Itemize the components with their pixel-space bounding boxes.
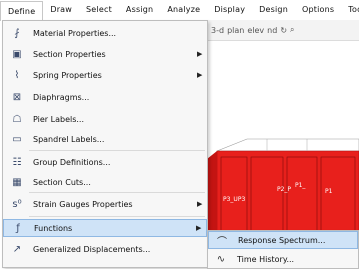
toolbar-nd-button[interactable]: nd	[267, 26, 277, 35]
functions-submenu: ⌒ Response Spectrum... ∿ Time History...	[207, 230, 359, 269]
group-icon: ☷	[12, 156, 22, 168]
toolbar-plan-button[interactable]: plan	[227, 26, 244, 35]
menu-item-group-definitions[interactable]: ☷ Group Definitions...	[3, 153, 207, 171]
section-cut-icon: ▦	[12, 176, 22, 188]
toolbar: 3-d plan elev nd ↻ ⌕	[207, 20, 359, 41]
define-menu: ⨏ Material Properties... ▣ Section Prope…	[2, 20, 208, 268]
menu-item-diaphragms[interactable]: ⊠ Diaphragms...	[3, 88, 207, 106]
pier-label-2: P2_P	[277, 186, 291, 193]
submenu-arrow-icon: ▶	[197, 200, 203, 208]
strain-gauge-icon: s⁰	[12, 198, 22, 210]
submenu-arrow-icon: ▶	[196, 224, 202, 232]
diaphragm-icon: ⊠	[12, 91, 22, 103]
menu-item-section-cuts[interactable]: ▦ Section Cuts...	[3, 173, 207, 191]
submenu-item-response-spectrum[interactable]: ⌒ Response Spectrum...	[208, 231, 358, 249]
spring-icon: ⌇	[14, 69, 20, 81]
menu-item-strain-gauges-properties[interactable]: s⁰ Strain Gauges Properties ▶	[3, 195, 207, 213]
displacement-icon: ↗	[12, 243, 22, 255]
material-icon: ⨏	[14, 27, 20, 39]
toolbar-zoom-icon[interactable]: ⌕	[290, 25, 294, 35]
submenu-arrow-icon: ▶	[197, 71, 203, 79]
pier-icon: ☖	[12, 113, 22, 125]
menu-item-section-properties[interactable]: ▣ Section Properties ▶	[3, 45, 207, 63]
functions-icon: ƒ	[16, 222, 20, 234]
time-history-icon: ∿	[216, 253, 226, 265]
menu-item-spandrel-labels[interactable]: ▭ Spandrel Labels...	[3, 130, 207, 148]
toolbar-3d-button[interactable]: 3-d	[211, 26, 224, 35]
menu-item-generalized-displacements[interactable]: ↗ Generalized Displacements...	[3, 240, 207, 258]
menu-item-spring-properties[interactable]: ⌇ Spring Properties ▶	[3, 66, 207, 84]
menu-item-material-properties[interactable]: ⨏ Material Properties...	[3, 24, 207, 42]
menu-select[interactable]: Select	[79, 0, 119, 20]
toolbar-elev-button[interactable]: elev	[247, 26, 264, 35]
menu-options[interactable]: Options	[295, 0, 341, 20]
pier-label-3: P1_	[295, 182, 306, 189]
submenu-arrow-icon: ▶	[197, 50, 203, 58]
pier-label-1: P3_UP3	[223, 196, 245, 203]
menu-item-functions[interactable]: ƒ Functions ▶	[3, 219, 207, 237]
menu-display[interactable]: Display	[207, 0, 252, 20]
menu-assign[interactable]: Assign	[119, 0, 160, 20]
section-icon: ▣	[12, 48, 22, 60]
menu-design[interactable]: Design	[252, 0, 295, 20]
menu-item-pier-labels[interactable]: ☖ Pier Labels...	[3, 110, 207, 128]
menu-define[interactable]: Define	[0, 0, 44, 21]
spandrel-icon: ▭	[12, 133, 22, 145]
menu-draw[interactable]: Draw	[43, 0, 79, 20]
pier-label-4: P1	[325, 188, 333, 195]
menu-analyze[interactable]: Analyze	[160, 0, 207, 20]
response-spectrum-icon: ⌒	[217, 236, 227, 248]
menu-tools[interactable]: Tools	[341, 0, 359, 20]
menu-bar: Define Draw Select Assign Analyze Displa…	[0, 0, 359, 21]
toolbar-rotate-icon[interactable]: ↻	[280, 26, 287, 35]
submenu-item-time-history[interactable]: ∿ Time History...	[208, 250, 358, 268]
